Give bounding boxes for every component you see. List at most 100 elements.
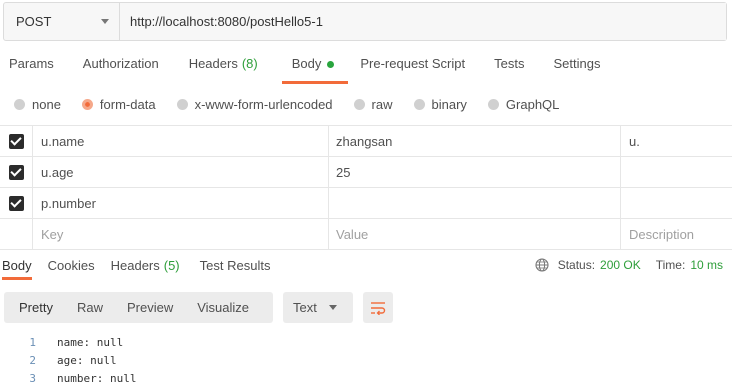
tab-label: Headers [110,258,160,273]
globe-icon[interactable] [535,258,549,272]
key-input[interactable]: u.name [33,126,329,156]
radio-label: none [32,96,61,112]
line-number: 2 [29,353,36,367]
tab-response-headers[interactable]: Headers (5) [111,258,180,280]
new-description-input[interactable]: Description [621,219,732,249]
view-pretty-button[interactable]: Pretty [19,300,53,315]
radio-label: binary [431,96,467,112]
view-visualize-button[interactable]: Visualize [197,300,249,315]
chevron-down-icon [101,19,109,24]
row-checkbox[interactable] [0,188,33,218]
modified-dot-icon [327,61,335,68]
wrap-lines-button[interactable] [363,292,393,323]
table-row: u.name zhangsan u. [0,126,732,157]
response-tabs: Body Cookies Headers (5) Test Results [0,258,286,280]
method-select[interactable]: POST [4,3,120,40]
chevron-down-icon [328,305,337,310]
url-input[interactable]: http://localhost:8080/postHello5-1 [120,3,726,40]
table-row: p.number [0,188,732,219]
code-text: name: null [57,335,124,349]
time-value[interactable]: 10 ms [690,258,723,272]
tab-label: Tests [494,56,525,71]
request-tabs: Params Authorization Headers (8) Body Pre… [0,56,600,84]
radio-label: x-www-form-urlencoded [194,96,333,112]
response-status: Status: 200 OK Time: 10 ms [535,258,723,272]
code-line: 1 name: null [0,333,732,351]
tab-label: Headers [188,56,238,71]
tab-pre-request-script[interactable]: Pre-request Script [360,56,465,84]
body-type-options: none form-data x-www-form-urlencoded raw… [14,96,580,112]
tab-label: Params [9,56,54,71]
checkbox-checked-icon [8,195,24,211]
form-data-table: u.name zhangsan u. u.age 25 p.number Key… [0,125,732,250]
radio-icon [487,98,499,110]
radio-form-data[interactable]: form-data [81,96,156,112]
row-checkbox[interactable] [0,126,33,156]
description-input[interactable] [621,188,732,218]
tab-headers[interactable]: Headers (8) [189,56,258,84]
new-value-input[interactable]: Value [329,219,621,249]
radio-label: GraphQL [505,96,560,112]
radio-label: raw [371,96,393,112]
row-checkbox-empty [0,219,33,249]
description-input[interactable] [621,157,732,187]
tab-count: (5) [163,258,180,273]
view-mode-group: Pretty Raw Preview Visualize [4,292,273,323]
radio-none[interactable]: none [14,97,61,112]
key-input[interactable]: u.age [33,157,329,187]
radio-label: form-data [99,96,156,112]
line-number: 3 [29,371,36,385]
tab-label: Cookies [47,258,95,273]
key-input[interactable]: p.number [33,188,329,218]
format-label: Text [293,300,317,315]
time-label: Time: [655,258,686,272]
description-input[interactable]: u. [621,126,732,156]
radio-icon [353,98,365,110]
value-input[interactable]: zhangsan [329,126,621,156]
tab-cookies[interactable]: Cookies [48,258,95,280]
code-text: age: null [57,353,117,367]
response-body-code: 1 name: null 2 age: null 3 number: null [0,333,732,387]
table-row: u.age 25 [0,157,732,188]
tab-count: (8) [241,56,258,71]
radio-checked-icon [81,98,93,110]
new-key-input[interactable]: Key [33,219,329,249]
view-raw-button[interactable]: Raw [77,300,103,315]
status-label: Status: [557,258,596,272]
line-number: 1 [29,335,36,349]
request-bar: POST http://localhost:8080/postHello5-1 [3,2,727,41]
method-label: POST [16,14,52,29]
tab-authorization[interactable]: Authorization [83,56,159,84]
row-checkbox[interactable] [0,157,33,187]
code-text: number: null [57,371,137,385]
tab-label: Settings [553,56,601,71]
value-input[interactable] [329,188,621,218]
tab-label: Authorization [82,56,159,71]
radio-icon [176,98,188,110]
radio-icon [14,98,25,110]
wrap-lines-icon [371,301,386,315]
tab-test-results[interactable]: Test Results [200,258,271,280]
tab-body[interactable]: Body [281,56,348,84]
checkbox-checked-icon [8,133,24,149]
status-value[interactable]: 200 OK [600,258,641,272]
tab-label: Pre-request Script [360,56,466,71]
tab-response-body[interactable]: Body [2,258,32,280]
value-input[interactable]: 25 [329,157,621,187]
radio-binary[interactable]: binary [413,96,467,112]
format-select[interactable]: Text [283,292,353,323]
checkbox-checked-icon [8,164,24,180]
tab-label: Body [291,56,322,71]
tab-settings[interactable]: Settings [553,56,600,84]
radio-raw[interactable]: raw [353,96,393,112]
radio-graphql[interactable]: GraphQL [487,96,560,112]
tab-params[interactable]: Params [9,56,54,84]
tab-tests[interactable]: Tests [494,56,524,84]
tab-label: Body [2,258,32,273]
tab-label: Test Results [199,258,271,273]
radio-x-www-form-urlencoded[interactable]: x-www-form-urlencoded [176,96,333,112]
radio-icon [413,98,425,110]
code-line: 2 age: null [0,351,732,369]
view-preview-button[interactable]: Preview [127,300,173,315]
table-row-new: Key Value Description [0,219,732,250]
